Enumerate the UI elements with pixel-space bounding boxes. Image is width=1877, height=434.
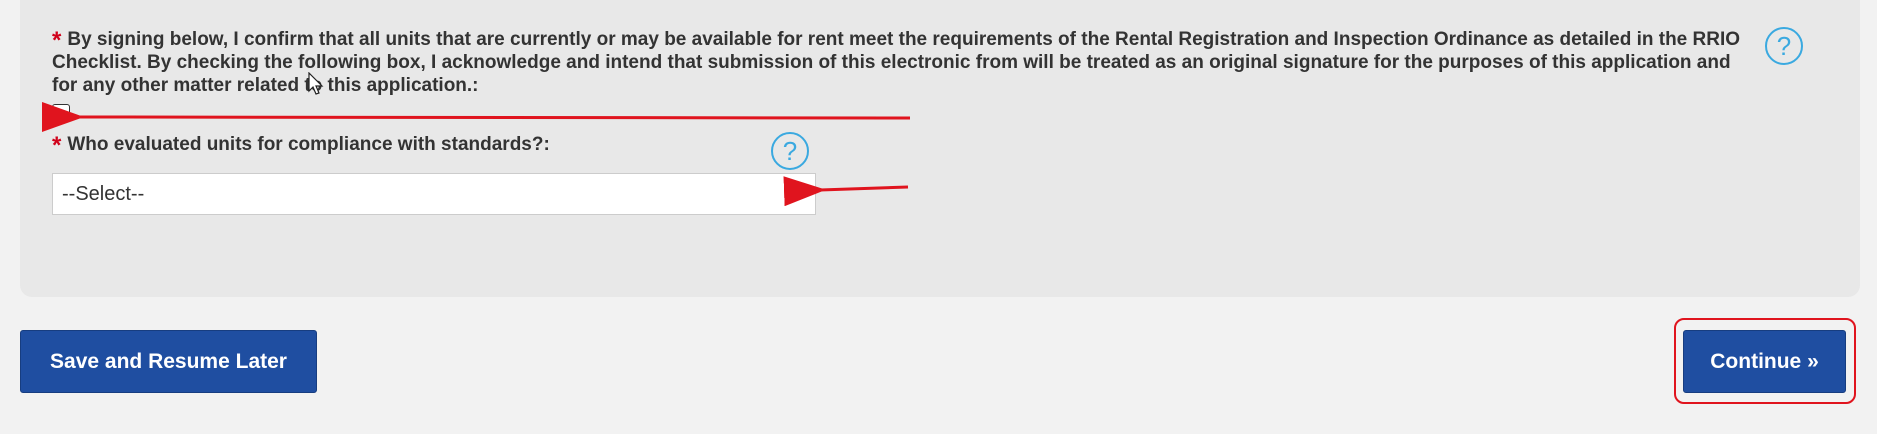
question-circle-icon[interactable]: ? (771, 132, 809, 170)
continue-button[interactable]: Continue » (1683, 330, 1846, 393)
application-page: * By signing below, I confirm that all un… (0, 0, 1877, 434)
evaluator-select-value: --Select-- (62, 183, 145, 205)
required-marker: * (52, 132, 62, 159)
evaluator-label: * Who evaluated units for compliance with… (52, 131, 550, 159)
signature-checkbox[interactable] (52, 104, 70, 122)
question-circle-icon[interactable]: ? (1765, 27, 1803, 65)
evaluator-label-text: Who evaluated units for compliance with … (67, 134, 550, 155)
signature-statement: * By signing below, I confirm that all un… (52, 26, 1742, 97)
required-marker: * (52, 27, 62, 54)
mouse-pointer-icon (308, 72, 324, 95)
evaluator-select[interactable]: --Select-- (52, 173, 816, 215)
save-and-resume-button[interactable]: Save and Resume Later (20, 330, 317, 393)
signature-statement-text: By signing below, I confirm that all uni… (52, 29, 1741, 96)
caret-down-icon (788, 191, 806, 201)
